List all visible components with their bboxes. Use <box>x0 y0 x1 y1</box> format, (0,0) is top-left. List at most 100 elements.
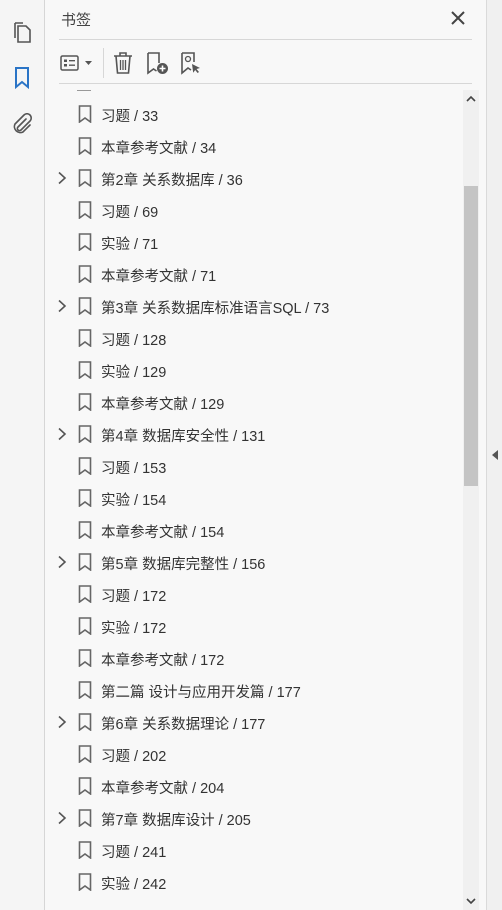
bookmark-icon <box>78 265 92 283</box>
vertical-scrollbar[interactable] <box>463 90 479 910</box>
bookmark-row[interactable]: 第5章 数据库完整性 / 156 <box>45 546 463 578</box>
bookmark-row[interactable]: 第2章 关系数据库 / 36 <box>45 162 463 194</box>
chevron-right-icon[interactable] <box>57 811 67 825</box>
bookmark-row[interactable]: 习题 / 241 <box>45 834 463 866</box>
bookmark-row[interactable]: 习题 / 69 <box>45 194 463 226</box>
bookmark-row[interactable]: 本章参考文献 / 172 <box>45 642 463 674</box>
bookmark-row[interactable]: 习题 / 202 <box>45 738 463 770</box>
bookmark-icon <box>78 745 92 763</box>
right-pane-toggle[interactable] <box>486 0 502 910</box>
scrollbar-thumb[interactable] <box>464 186 478 486</box>
bookmark-label: 本章参考文献 / 204 <box>101 781 225 797</box>
bookmark-icon <box>78 617 92 635</box>
close-icon <box>451 11 465 25</box>
bookmark-row[interactable]: 第二篇 设计与应用开发篇 / 177 <box>45 674 463 706</box>
bookmark-row[interactable]: 习题 / 172 <box>45 578 463 610</box>
bookmark-row[interactable]: 第7章 数据库设计 / 205 <box>45 802 463 834</box>
close-button[interactable] <box>448 8 468 28</box>
bookmark-row[interactable]: 实验 / 172 <box>45 610 463 642</box>
bookmark-row[interactable]: 实验 / 71 <box>45 226 463 258</box>
bookmark-row[interactable]: 实验 / 154 <box>45 482 463 514</box>
bookmark-row[interactable]: 实验 / 242 <box>45 866 463 898</box>
bookmark-label: 习题 / 69 <box>101 205 159 221</box>
delete-bookmark-button[interactable] <box>109 50 137 76</box>
bookmark-icon <box>78 841 92 859</box>
partial-row-cut <box>77 86 91 91</box>
bookmark-icon <box>78 233 92 251</box>
chevron-right-icon[interactable] <box>57 715 67 729</box>
bookmark-row[interactable]: 实验 / 129 <box>45 354 463 386</box>
bookmark-label: 第2章 关系数据库 / 36 <box>101 173 243 189</box>
bookmark-row[interactable]: 习题 / 128 <box>45 322 463 354</box>
bookmark-label: 本章参考文献 / 154 <box>101 525 225 541</box>
bookmark-row[interactable]: 第4章 数据库安全性 / 131 <box>45 418 463 450</box>
bookmark-icon <box>78 649 92 667</box>
bookmark-row[interactable]: 第6章 关系数据理论 / 177 <box>45 706 463 738</box>
bookmark-icon <box>78 457 92 475</box>
chevron-right-icon[interactable] <box>57 427 67 441</box>
bookmark-label: 习题 / 153 <box>101 461 167 477</box>
bookmark-icon <box>78 777 92 795</box>
new-bookmark-button[interactable] <box>143 50 171 76</box>
bookmark-icon <box>78 553 92 571</box>
bookmark-label: 本章参考文献 / 71 <box>101 269 217 285</box>
bookmark-label: 本章参考文献 / 129 <box>101 397 225 413</box>
bookmark-label: 第5章 数据库完整性 / 156 <box>101 557 266 573</box>
bookmark-icon <box>78 201 92 219</box>
bookmark-icon <box>78 873 92 891</box>
bookmark-label: 第7章 数据库设计 / 205 <box>101 813 251 829</box>
bookmark-row[interactable]: 本章参考文献 / 154 <box>45 514 463 546</box>
bookmark-label: 习题 / 33 <box>101 109 159 125</box>
bookmark-label: 第6章 关系数据理论 / 177 <box>101 717 266 733</box>
bookmark-icon <box>78 137 92 155</box>
chevron-right-icon[interactable] <box>57 555 67 569</box>
bookmark-list: 习题 / 33 本章参考文献 / 34 第2章 关系数据库 / 36 习题 / 69 实… <box>45 86 463 910</box>
new-bookmark-icon <box>147 52 168 75</box>
bookmark-label: 习题 / 202 <box>101 749 167 765</box>
bookmark-icon <box>78 297 92 315</box>
pages-icon[interactable] <box>10 21 34 45</box>
bookmark-icon <box>78 489 92 507</box>
bookmarks-panel: 书签 习题 / 33 本章参考文献 / 34 第2章 关系数据库 / 36 习题… <box>45 0 486 910</box>
list-options-icon <box>60 55 92 71</box>
bookmark-row[interactable]: 本章参考文献 / 71 <box>45 258 463 290</box>
collapse-arrow-icon[interactable] <box>491 449 499 461</box>
bookmark-label: 习题 / 128 <box>101 333 167 349</box>
toolbar-divider <box>103 48 104 78</box>
bookmark-label: 第4章 数据库安全性 / 131 <box>101 429 266 445</box>
bookmark-label: 实验 / 129 <box>101 365 167 381</box>
bookmark-label: 第3章 关系数据库标准语言SQL / 73 <box>101 301 330 317</box>
scroll-up-icon[interactable] <box>465 94 477 104</box>
bookmark-icon <box>78 585 92 603</box>
divider <box>59 39 472 40</box>
bookmark-icon <box>78 521 92 539</box>
chevron-right-icon[interactable] <box>57 299 67 313</box>
bookmark-icon <box>78 105 92 123</box>
bookmark-search-button[interactable] <box>177 50 205 76</box>
bookmark-row[interactable]: 本章参考文献 / 34 <box>45 130 463 162</box>
panel-title: 书签 <box>61 12 92 29</box>
chevron-right-icon[interactable] <box>57 171 67 185</box>
bookmark-icon <box>78 713 92 731</box>
bookmark-toolbar <box>59 46 472 80</box>
bookmark-icon <box>78 169 92 187</box>
navigation-rail <box>0 0 45 910</box>
bookmark-label: 本章参考文献 / 34 <box>101 141 217 157</box>
bookmark-row[interactable]: 习题 / 153 <box>45 450 463 482</box>
bookmark-row[interactable]: 本章参考文献 / 204 <box>45 770 463 802</box>
bookmark-icon <box>78 393 92 411</box>
bookmark-icon[interactable] <box>10 66 34 90</box>
bookmark-label: 实验 / 71 <box>101 237 159 253</box>
divider <box>59 83 472 84</box>
bookmark-row[interactable]: 第3章 关系数据库标准语言SQL / 73 <box>45 290 463 322</box>
trash-icon <box>114 52 132 74</box>
scroll-down-icon[interactable] <box>465 896 477 906</box>
options-menu-button[interactable] <box>59 50 97 76</box>
bookmark-icon <box>78 425 92 443</box>
bookmark-row[interactable]: 本章参考文献 / 129 <box>45 386 463 418</box>
paperclip-icon[interactable] <box>10 112 34 136</box>
bookmark-icon <box>78 809 92 827</box>
bookmark-label: 习题 / 241 <box>101 845 167 861</box>
bookmark-label: 本章参考文献 / 172 <box>101 653 225 669</box>
bookmark-row[interactable]: 习题 / 33 <box>45 98 463 130</box>
